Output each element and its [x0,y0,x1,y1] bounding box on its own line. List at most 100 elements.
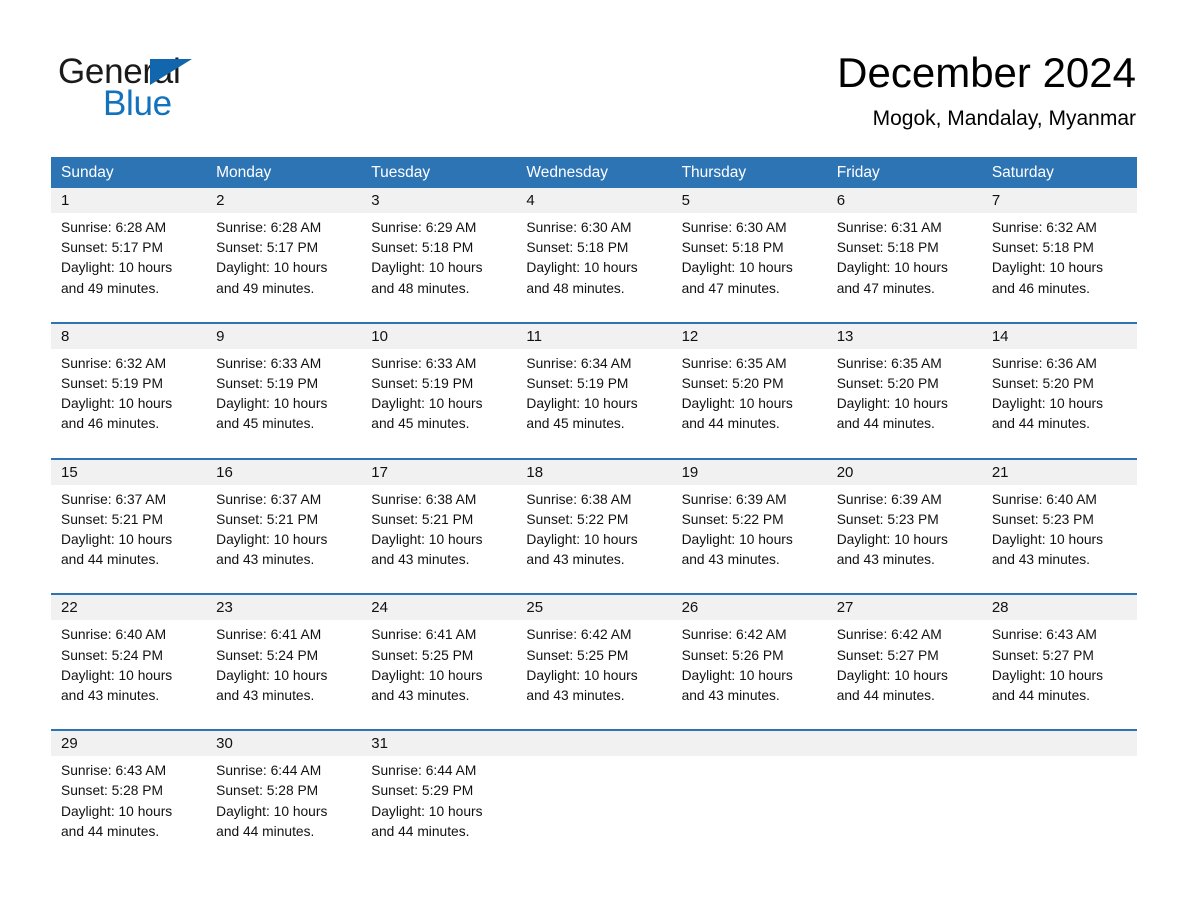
day-number[interactable]: 3 [361,188,516,213]
day-daylight-text: Daylight: 10 hours and 47 minutes. [681,260,793,296]
day-daylight-text: Daylight: 10 hours and 45 minutes. [371,396,483,432]
day-daylight-text: Daylight: 10 hours and 44 minutes. [61,532,173,568]
day-number[interactable]: 12 [672,324,827,349]
day-number[interactable]: 2 [206,188,361,213]
day-number[interactable]: 9 [206,324,361,349]
day-cell[interactable]: Sunrise: 6:42 AM Sunset: 5:27 PM Daylight:… [827,620,982,712]
day-cell[interactable]: Sunrise: 6:36 AM Sunset: 5:20 PM Daylight:… [982,349,1137,441]
day-number[interactable]: 20 [827,460,982,485]
day-number[interactable]: 7 [982,188,1137,213]
day-cell[interactable] [827,756,982,848]
day-cell[interactable]: Sunrise: 6:38 AM Sunset: 5:22 PM Daylight:… [516,485,671,577]
calendar-table: Sunday Monday Tuesday Wednesday Thursday Frid… [51,157,1137,849]
day-number[interactable]: 14 [982,324,1137,349]
day-number[interactable]: 30 [206,731,361,756]
day-cell[interactable]: Sunrise: 6:31 AM Sunset: 5:18 PM Daylight:… [827,213,982,305]
day-daylight-text: Daylight: 10 hours and 43 minutes. [61,667,173,704]
day-number[interactable]: 6 [827,188,982,213]
day-number[interactable]: 28 [982,595,1137,620]
day-cell[interactable]: Sunrise: 6:33 AM Sunset: 5:19 PM Daylight:… [206,349,361,441]
day-cell[interactable]: Sunrise: 6:37 AM Sunset: 5:21 PM Daylight:… [206,485,361,577]
day-sunset-text: Sunset: 5:23 PM [991,511,1094,527]
day-cell[interactable]: Sunrise: 6:38 AM Sunset: 5:21 PM Daylight:… [361,485,516,577]
day-cell[interactable]: Sunrise: 6:40 AM Sunset: 5:24 PM Daylight:… [51,620,206,712]
day-cell[interactable]: Sunrise: 6:35 AM Sunset: 5:20 PM Daylight:… [672,349,827,441]
day-number[interactable]: 29 [51,731,206,756]
day-daylight-text: Daylight: 10 hours and 44 minutes. [371,803,483,839]
day-number[interactable]: 10 [361,324,516,349]
day-sunrise-text: Sunrise: 6:41 AM [371,627,477,643]
day-cell[interactable]: Sunrise: 6:37 AM Sunset: 5:21 PM Daylight:… [51,485,206,577]
day-sunrise-text: Sunrise: 6:37 AM [216,491,322,507]
day-cell[interactable]: Sunrise: 6:41 AM Sunset: 5:25 PM Daylight:… [361,620,516,712]
day-sunset-text: Sunset: 5:19 PM [61,376,164,392]
day-number[interactable] [982,731,1137,756]
day-number[interactable]: 1 [51,188,206,213]
day-number-band: 29 30 31 [51,731,1137,757]
day-number[interactable]: 8 [51,324,206,349]
day-sunset-text: Sunset: 5:22 PM [681,511,784,527]
day-sunset-text: Sunset: 5:24 PM [216,647,319,663]
day-number[interactable]: 25 [516,595,671,620]
day-daylight-text: Daylight: 10 hours and 44 minutes. [681,396,793,432]
day-sunset-text: Sunset: 5:27 PM [836,647,939,663]
day-daylight-text: Daylight: 10 hours and 43 minutes. [681,532,793,568]
day-cell[interactable]: Sunrise: 6:41 AM Sunset: 5:24 PM Daylight:… [206,620,361,712]
day-number[interactable] [516,731,671,756]
day-number[interactable]: 27 [827,595,982,620]
day-number[interactable]: 13 [827,324,982,349]
day-sunrise-text: Sunrise: 6:36 AM [991,355,1097,371]
day-cell[interactable]: Sunrise: 6:30 AM Sunset: 5:18 PM Daylight:… [516,213,671,305]
day-cell[interactable]: Sunrise: 6:35 AM Sunset: 5:20 PM Daylight:… [827,349,982,441]
day-number[interactable]: 31 [361,731,516,756]
day-cell[interactable]: Sunrise: 6:39 AM Sunset: 5:23 PM Daylight:… [827,485,982,577]
day-number[interactable]: 11 [516,324,671,349]
day-cell[interactable]: Sunrise: 6:34 AM Sunset: 5:19 PM Daylight:… [516,349,671,441]
day-number[interactable]: 17 [361,460,516,485]
day-number[interactable]: 15 [51,460,206,485]
day-number[interactable]: 19 [672,460,827,485]
day-number[interactable]: 26 [672,595,827,620]
day-daylight-text: Daylight: 10 hours and 49 minutes. [216,260,328,296]
page-subtitle: Mogok, Mandalay, Myanmar [872,107,1136,130]
day-number[interactable] [827,731,982,756]
day-cell[interactable]: Sunrise: 6:29 AM Sunset: 5:18 PM Daylight:… [361,213,516,305]
day-sunset-text: Sunset: 5:23 PM [836,511,939,527]
day-sunset-text: Sunset: 5:25 PM [371,647,474,663]
day-cell[interactable] [982,756,1137,848]
day-cell[interactable]: Sunrise: 6:28 AM Sunset: 5:17 PM Daylight:… [51,213,206,305]
day-cell[interactable]: Sunrise: 6:43 AM Sunset: 5:27 PM Daylight:… [982,620,1137,712]
day-cell[interactable]: Sunrise: 6:28 AM Sunset: 5:17 PM Daylight:… [206,213,361,305]
day-sunrise-text: Sunrise: 6:43 AM [991,627,1097,643]
day-cell[interactable]: Sunrise: 6:42 AM Sunset: 5:26 PM Daylight:… [672,620,827,712]
day-number[interactable]: 4 [516,188,671,213]
day-cell[interactable]: Sunrise: 6:44 AM Sunset: 5:28 PM Daylight:… [206,756,361,848]
day-number[interactable]: 5 [672,188,827,213]
day-cell[interactable]: Sunrise: 6:30 AM Sunset: 5:18 PM Daylight:… [672,213,827,305]
day-number[interactable]: 18 [516,460,671,485]
day-cell[interactable]: Sunrise: 6:33 AM Sunset: 5:19 PM Daylight:… [361,349,516,441]
day-number[interactable]: 23 [206,595,361,620]
day-cell[interactable]: Sunrise: 6:44 AM Sunset: 5:29 PM Daylight:… [361,756,516,848]
day-cell[interactable] [516,756,671,848]
day-number[interactable]: 22 [51,595,206,620]
weekday-header-wednesday: Wednesday [526,164,608,181]
day-cell[interactable]: Sunrise: 6:43 AM Sunset: 5:28 PM Daylight:… [51,756,206,848]
day-number[interactable] [672,731,827,756]
day-cell[interactable]: Sunrise: 6:39 AM Sunset: 5:22 PM Daylight:… [672,485,827,577]
day-sunrise-text: Sunrise: 6:42 AM [681,627,787,643]
day-cell[interactable]: Sunrise: 6:42 AM Sunset: 5:25 PM Daylight:… [516,620,671,712]
day-number[interactable]: 16 [206,460,361,485]
day-cell[interactable]: Sunrise: 6:32 AM Sunset: 5:18 PM Daylight:… [982,213,1137,305]
weekday-header-thursday: Thursday [681,164,747,181]
day-cell[interactable]: Sunrise: 6:40 AM Sunset: 5:23 PM Daylight:… [982,485,1137,577]
day-daylight-text: Daylight: 10 hours and 43 minutes. [681,667,793,704]
day-cell[interactable] [672,756,827,848]
day-number[interactable]: 24 [361,595,516,620]
day-cell[interactable]: Sunrise: 6:32 AM Sunset: 5:19 PM Daylight:… [51,349,206,441]
day-sunset-text: Sunset: 5:21 PM [371,511,474,527]
day-number[interactable]: 21 [982,460,1137,485]
title-block: December 2024 Mogok, Mandalay, Myanmar [837,48,1136,132]
page-title: December 2024 [837,49,1136,96]
day-daylight-text: Daylight: 10 hours and 44 minutes. [991,667,1104,704]
